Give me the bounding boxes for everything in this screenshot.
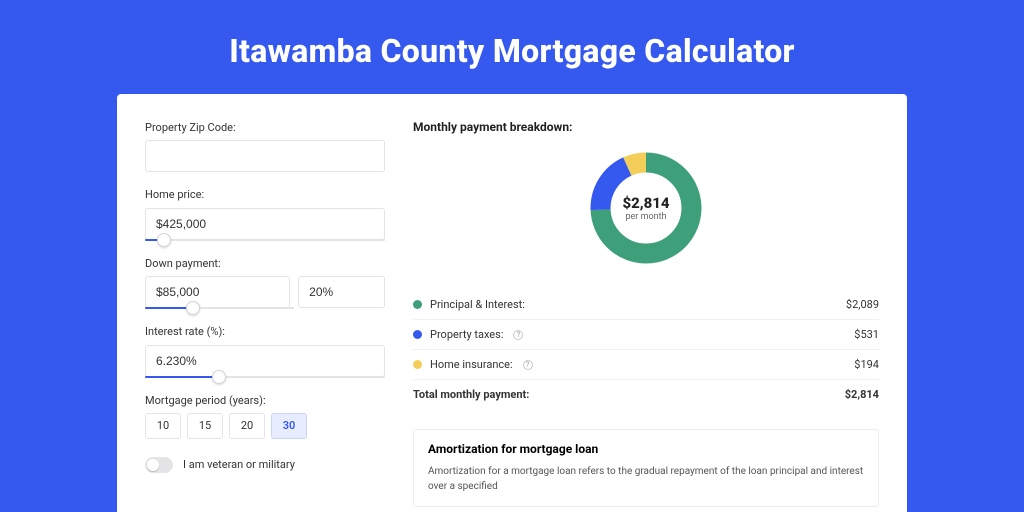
legend-value: $2,089	[846, 298, 879, 311]
inputs-column: Property Zip Code: Home price: Down paym…	[145, 120, 385, 507]
donut-amount: $2,814	[622, 194, 669, 212]
calculator-card: Property Zip Code: Home price: Down paym…	[117, 94, 907, 512]
slider-thumb[interactable]	[212, 370, 226, 384]
period-button-15[interactable]: 15	[187, 413, 223, 439]
rate-slider[interactable]	[145, 376, 385, 378]
home-price-label: Home price:	[145, 187, 385, 202]
legend-dot-icon	[413, 300, 422, 309]
help-icon[interactable]: ?	[523, 360, 533, 370]
slider-thumb[interactable]	[186, 301, 200, 315]
help-icon[interactable]: ?	[513, 330, 523, 340]
slider-thumb[interactable]	[157, 233, 171, 247]
veteran-toggle[interactable]	[145, 457, 173, 473]
down-payment-slider[interactable]	[145, 307, 294, 309]
breakdown-column: Monthly payment breakdown: $2,814 per mo…	[413, 120, 879, 507]
donut-sublabel: per month	[625, 212, 666, 222]
page-title: Itawamba County Mortgage Calculator	[0, 0, 1024, 94]
home-price-slider[interactable]	[145, 239, 385, 241]
legend-dot-icon	[413, 330, 422, 339]
amortization-section: Amortization for mortgage loan Amortizat…	[413, 429, 879, 507]
period-button-10[interactable]: 10	[145, 413, 181, 439]
legend-row: Home insurance:? $194	[413, 350, 879, 379]
legend-row: Property taxes:? $531	[413, 320, 879, 349]
payment-donut-chart: $2,814 per month	[586, 148, 706, 268]
legend-label: Home insurance:	[430, 358, 513, 371]
down-payment-label: Down payment:	[145, 256, 385, 271]
legend-row: Principal & Interest: $2,089	[413, 290, 879, 319]
total-row: Total monthly payment: $2,814	[413, 380, 879, 409]
down-payment-input[interactable]	[145, 276, 290, 308]
period-button-20[interactable]: 20	[229, 413, 265, 439]
rate-label: Interest rate (%):	[145, 324, 385, 339]
rate-input[interactable]	[145, 345, 385, 377]
home-price-input[interactable]	[145, 208, 385, 240]
legend-label: Property taxes:	[430, 328, 503, 341]
period-button-30[interactable]: 30	[271, 413, 307, 439]
amortization-text: Amortization for a mortgage loan refers …	[428, 464, 864, 494]
legend-label: Principal & Interest:	[430, 298, 525, 311]
legend-value: $531	[854, 328, 879, 341]
period-label: Mortgage period (years):	[145, 393, 385, 408]
amortization-title: Amortization for mortgage loan	[428, 442, 864, 456]
legend-value: $194	[854, 358, 879, 371]
breakdown-title: Monthly payment breakdown:	[413, 120, 879, 134]
zip-label: Property Zip Code:	[145, 120, 385, 135]
zip-input[interactable]	[145, 140, 385, 172]
legend-dot-icon	[413, 360, 422, 369]
down-payment-pct-input[interactable]	[298, 276, 385, 308]
veteran-label: I am veteran or military	[183, 458, 295, 471]
period-buttons: 10152030	[145, 413, 385, 439]
